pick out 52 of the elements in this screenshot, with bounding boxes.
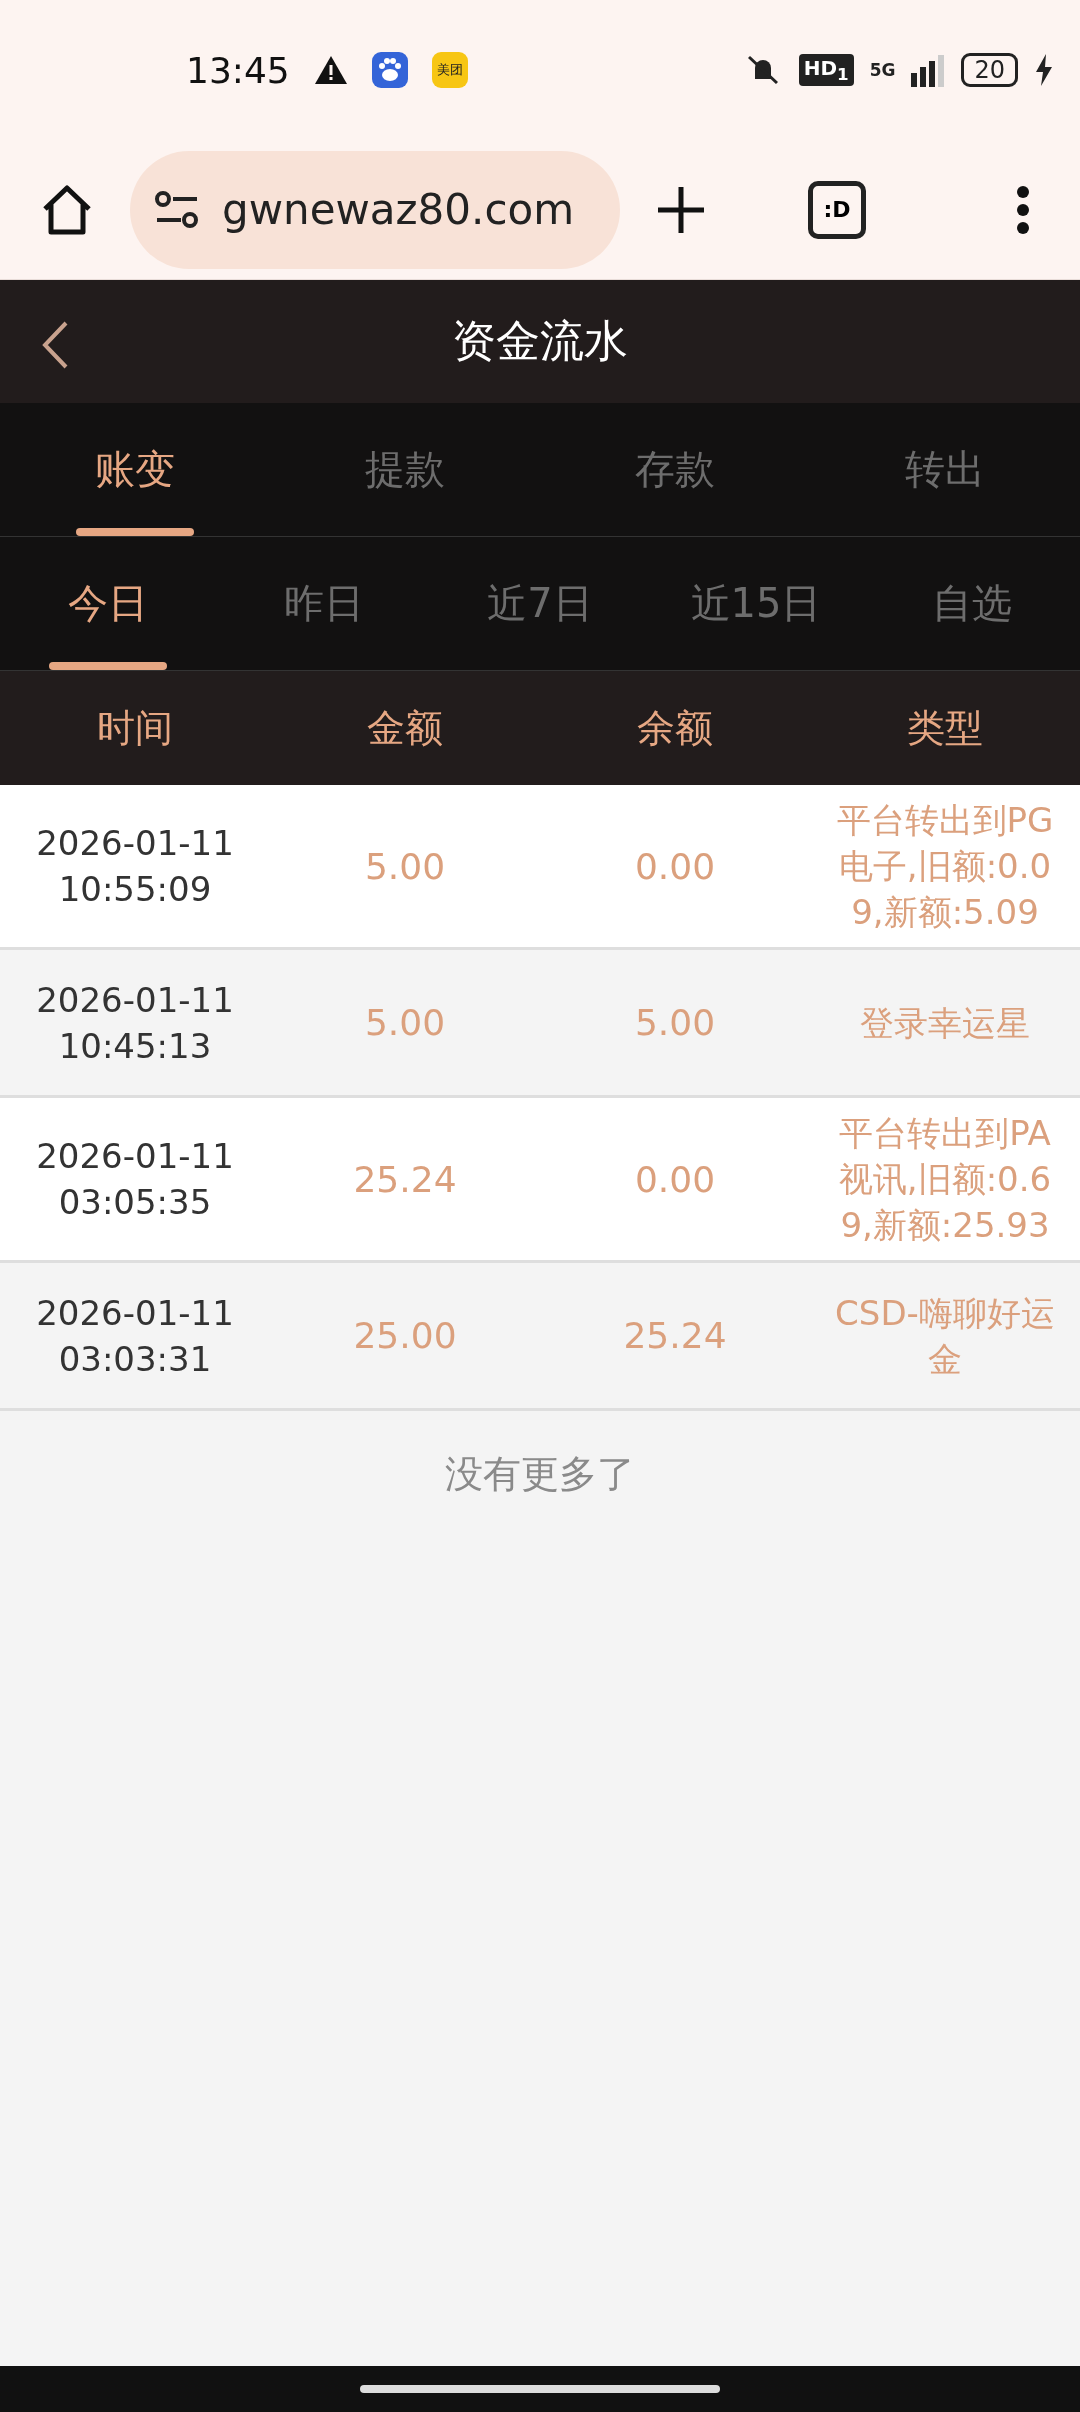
status-time: 13:45 bbox=[186, 49, 290, 91]
tune-icon[interactable] bbox=[154, 189, 200, 230]
signal-icon bbox=[911, 53, 946, 87]
url-text: gwnewaz80.com bbox=[222, 185, 575, 234]
address-bar[interactable]: gwnewaz80.com bbox=[130, 150, 620, 269]
amount-cell: 5.00 bbox=[364, 845, 446, 887]
network-label: 5G bbox=[869, 60, 896, 80]
date-cell-text: 2026-01-11 bbox=[36, 1291, 234, 1335]
column-header: 余额 bbox=[636, 704, 714, 752]
date-cell-text: 2026-01-11 bbox=[36, 978, 234, 1022]
balance-cell: 5.00 bbox=[634, 1002, 716, 1043]
column-header: 类型 bbox=[906, 704, 984, 752]
time-cell-text: 03:05:35 bbox=[58, 1181, 212, 1224]
plus-icon[interactable] bbox=[656, 184, 706, 235]
tab[interactable]: 提款 bbox=[270, 403, 540, 536]
app-badge: 美团 bbox=[431, 52, 468, 88]
type-cell-text: 登录幸运星 bbox=[859, 1001, 1031, 1045]
warning-icon bbox=[313, 55, 348, 85]
date-filter-tab[interactable]: 昨日 bbox=[216, 537, 432, 670]
tab-switcher-button[interactable]: :D bbox=[808, 180, 866, 239]
amount-cell: 25.24 bbox=[353, 1158, 457, 1200]
home-handle[interactable] bbox=[360, 2385, 720, 2393]
charging-icon bbox=[1034, 54, 1054, 86]
paw-app-icon bbox=[371, 52, 408, 88]
hd-indicator: HD$_{1}$ bbox=[798, 54, 854, 86]
date-cell-text: 2026-01-11 bbox=[36, 822, 234, 865]
amount-cell: 5.00 bbox=[364, 1002, 446, 1043]
balance-cell: 0.00 bbox=[634, 845, 716, 887]
more-icon[interactable] bbox=[1016, 184, 1030, 235]
balance-cell: 25.24 bbox=[623, 1315, 727, 1356]
end-of-list-note: 没有更多了 bbox=[444, 1451, 636, 1498]
date-cell-text: 2026-01-11 bbox=[36, 1135, 234, 1178]
time-cell-text: 10:55:09 bbox=[58, 868, 212, 911]
type-cell-text: 平台转出到PG电子,旧额:0.09,新额:5.09 bbox=[835, 799, 1055, 934]
tab[interactable]: 转出 bbox=[810, 403, 1080, 536]
balance-cell: 0.00 bbox=[634, 1158, 716, 1200]
column-header: 时间 bbox=[96, 704, 174, 752]
date-filter-tab[interactable]: 近7日 bbox=[432, 537, 648, 670]
date-filter-tab[interactable]: 近15日 bbox=[648, 537, 864, 670]
battery-level: 20 bbox=[961, 53, 1018, 87]
date-filter-tab[interactable]: 今日 bbox=[0, 537, 216, 670]
amount-cell: 25.00 bbox=[353, 1315, 457, 1356]
type-cell-text: CSD-嗨聊好运金 bbox=[834, 1291, 1056, 1381]
tab[interactable]: 账变 bbox=[0, 403, 270, 536]
type-cell-text: 平台转出到PA视讯,旧额:0.69,新额:25.93 bbox=[837, 1112, 1053, 1247]
back-icon[interactable] bbox=[40, 320, 70, 370]
date-filter-tab[interactable]: 自选 bbox=[864, 537, 1080, 670]
tab[interactable]: 存款 bbox=[540, 403, 810, 536]
time-cell-text: 03:03:31 bbox=[58, 1337, 212, 1381]
time-cell-text: 10:45:13 bbox=[58, 1024, 212, 1068]
page-title: 资金流水 bbox=[452, 314, 628, 368]
column-header: 金额 bbox=[366, 704, 444, 752]
